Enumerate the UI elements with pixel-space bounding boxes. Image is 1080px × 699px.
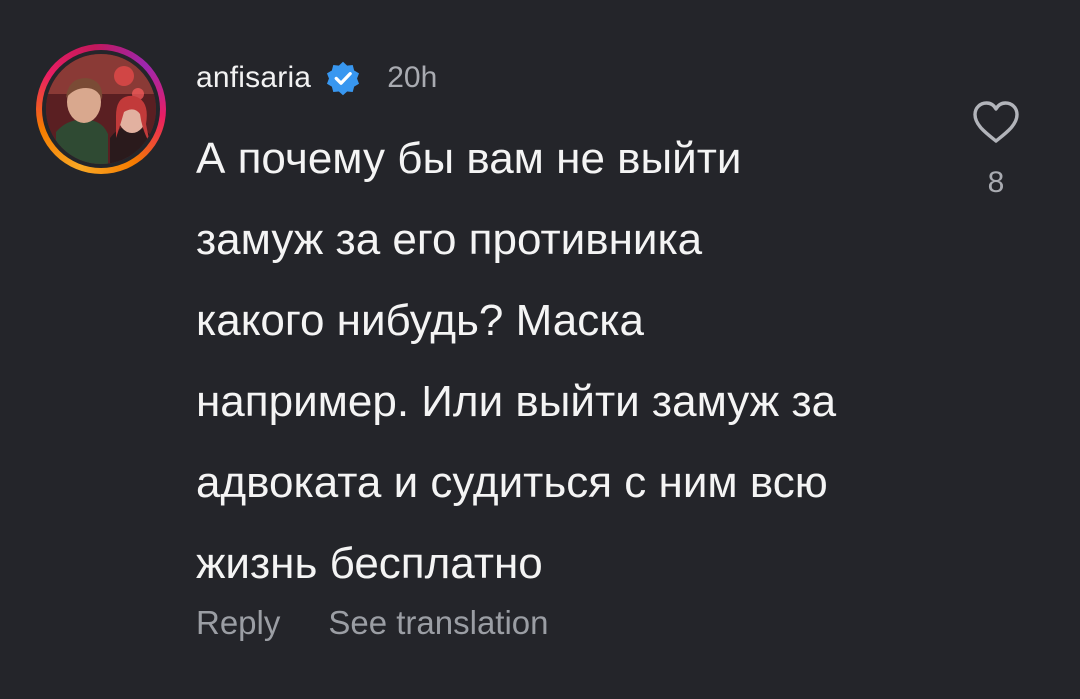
comment-text: А почему бы вам не выйти замуж за его пр… — [196, 134, 837, 588]
like-button[interactable] — [968, 94, 1024, 150]
comment-item: anfisaria 20h А почему бы вам не выйти з… — [0, 0, 1080, 699]
reply-button[interactable]: Reply — [196, 604, 280, 642]
username[interactable]: anfisaria — [196, 61, 311, 95]
avatar-image — [46, 54, 156, 164]
comment-timestamp: 20h — [387, 61, 438, 94]
verified-badge-icon — [325, 60, 361, 96]
see-translation-button[interactable]: See translation — [328, 604, 548, 642]
comment-header: anfisaria 20h — [196, 56, 437, 100]
avatar-story-ring[interactable] — [36, 44, 166, 174]
avatar[interactable] — [46, 54, 156, 164]
heart-outline-icon — [973, 101, 1019, 143]
like-count: 8 — [987, 166, 1005, 199]
comment-actions: Reply See translation — [196, 604, 549, 642]
